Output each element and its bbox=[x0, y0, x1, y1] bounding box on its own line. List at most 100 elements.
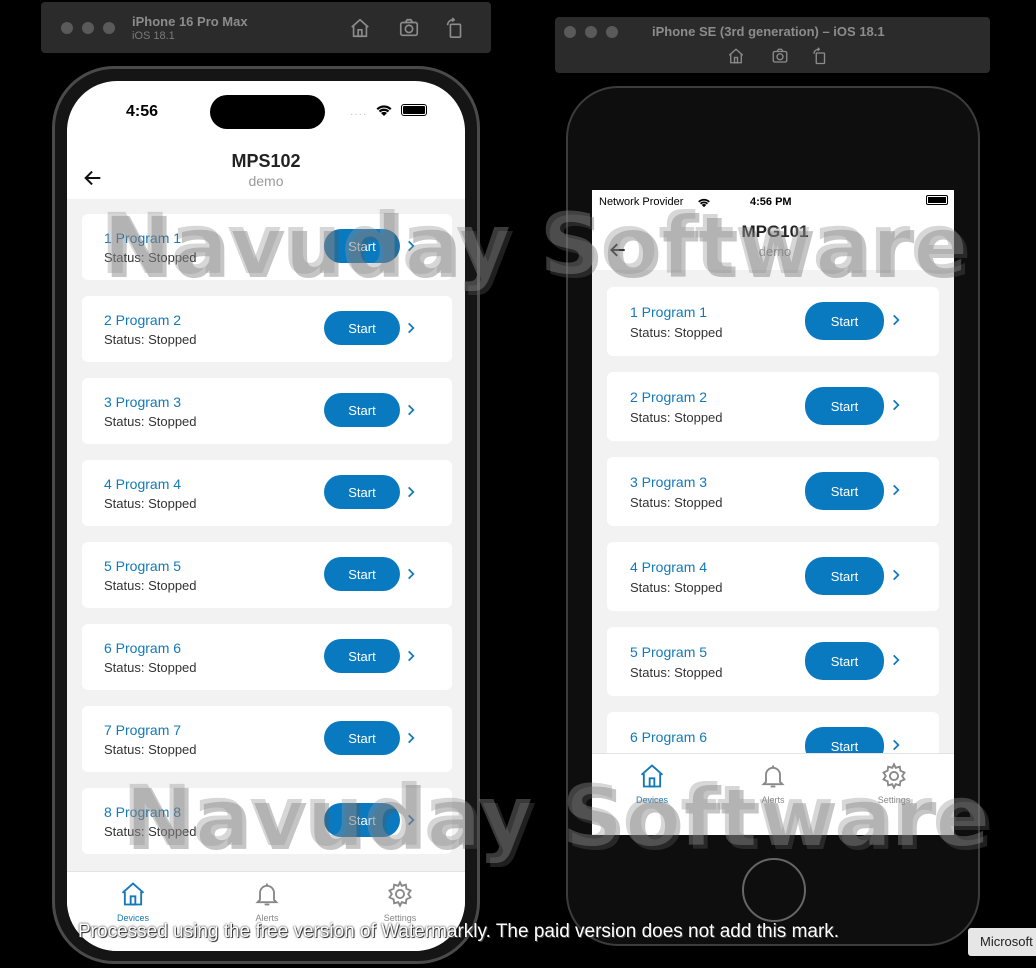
rotate-icon[interactable] bbox=[444, 17, 466, 39]
program-card[interactable]: 3 Program 3 Status: Stopped Start bbox=[607, 457, 939, 526]
start-button[interactable]: Start bbox=[324, 311, 400, 345]
start-button[interactable]: Start bbox=[805, 557, 884, 595]
simulator-title: iPhone SE (3rd generation) – iOS 18.1 bbox=[652, 24, 885, 39]
program-name: 3 Program 3 bbox=[104, 394, 182, 410]
home-icon[interactable] bbox=[349, 17, 371, 39]
program-card[interactable]: 3 Program 3 Status: Stopped Start bbox=[82, 378, 452, 444]
tab-alerts[interactable]: Alerts bbox=[743, 762, 803, 805]
start-button[interactable]: Start bbox=[324, 803, 400, 837]
home-icon bbox=[119, 882, 147, 912]
chevron-right-icon[interactable] bbox=[404, 649, 418, 668]
tab-label: Devices bbox=[635, 795, 668, 805]
start-button[interactable]: Start bbox=[805, 642, 884, 680]
start-button[interactable]: Start bbox=[805, 472, 884, 510]
program-name: 2 Program 2 bbox=[630, 389, 708, 405]
dynamic-island bbox=[210, 95, 325, 129]
program-status: Status: Stopped bbox=[104, 660, 197, 675]
program-name: 1 Program 1 bbox=[630, 304, 708, 320]
chevron-right-icon[interactable] bbox=[404, 485, 418, 504]
program-card[interactable]: 2 Program 2 Status: Stopped Start bbox=[82, 296, 452, 362]
start-button[interactable]: Start bbox=[805, 302, 884, 340]
window-minimize-button[interactable] bbox=[82, 22, 94, 34]
tab-bar: Devices Alerts Settings bbox=[592, 753, 954, 835]
start-button[interactable]: Start bbox=[324, 721, 400, 755]
chevron-right-icon[interactable] bbox=[404, 239, 418, 258]
program-status: Status: Stopped bbox=[104, 414, 197, 429]
program-card[interactable]: 4 Program 4 Status: Stopped Start bbox=[82, 460, 452, 526]
program-name: 3 Program 3 bbox=[630, 474, 708, 490]
chevron-right-icon[interactable] bbox=[889, 313, 903, 332]
tab-label: Settings bbox=[877, 795, 911, 805]
window-zoom-button[interactable] bbox=[103, 22, 115, 34]
program-status: Status: Stopped bbox=[104, 824, 197, 839]
simulator-subtitle: iOS 18.1 bbox=[132, 30, 175, 42]
program-card[interactable]: 5 Program 5 Status: Stopped Start bbox=[82, 542, 452, 608]
window-zoom-button[interactable] bbox=[606, 26, 618, 38]
program-status: Status: Stopped bbox=[104, 250, 197, 265]
program-card[interactable]: 5 Program 5 Status: Stopped Start bbox=[607, 627, 939, 696]
rotate-icon[interactable] bbox=[811, 47, 829, 65]
chevron-right-icon[interactable] bbox=[889, 483, 903, 502]
battery-icon bbox=[926, 195, 948, 205]
program-card[interactable]: 4 Program 4 Status: Stopped Start bbox=[607, 542, 939, 611]
start-button[interactable]: Start bbox=[324, 639, 400, 673]
wifi-icon bbox=[697, 195, 711, 208]
chevron-right-icon[interactable] bbox=[889, 398, 903, 417]
program-status: Status: Stopped bbox=[630, 325, 723, 340]
start-button[interactable]: Start bbox=[324, 229, 400, 263]
battery-icon bbox=[401, 104, 427, 116]
program-status: Status: Stopped bbox=[104, 578, 197, 593]
bell-icon bbox=[253, 883, 281, 912]
tab-devices[interactable]: Devices bbox=[103, 880, 163, 923]
window-close-button[interactable] bbox=[564, 26, 576, 38]
start-button[interactable]: Start bbox=[324, 557, 400, 591]
taskbar-tooltip: Microsoft bbox=[968, 928, 1036, 956]
tab-label: Alerts bbox=[761, 795, 785, 805]
status-time: 4:56 PM bbox=[750, 196, 792, 208]
program-card[interactable]: 7 Program 7 Status: Stopped Start bbox=[82, 706, 452, 772]
tab-settings[interactable]: Settings bbox=[370, 880, 430, 923]
program-name: 4 Program 4 bbox=[630, 559, 708, 575]
window-minimize-button[interactable] bbox=[585, 26, 597, 38]
iphone-16-pro-max-frame: 4:56 ···· MPS102 demo 1 Program 1 Status:… bbox=[52, 66, 480, 964]
tab-settings[interactable]: Settings bbox=[864, 762, 924, 805]
program-status: Status: Stopped bbox=[104, 332, 197, 347]
start-button[interactable]: Start bbox=[324, 475, 400, 509]
chevron-right-icon[interactable] bbox=[889, 568, 903, 587]
screenshot-icon[interactable] bbox=[398, 17, 420, 39]
chevron-right-icon[interactable] bbox=[889, 653, 903, 672]
iphone-se-frame: Network Provider 4:56 PM MPG101 demo 1 P… bbox=[566, 86, 980, 946]
tab-devices[interactable]: Devices bbox=[622, 762, 682, 805]
window-close-button[interactable] bbox=[61, 22, 73, 34]
device-subtitle: demo bbox=[758, 244, 792, 259]
start-button[interactable]: Start bbox=[324, 393, 400, 427]
chevron-right-icon[interactable] bbox=[404, 567, 418, 586]
program-card[interactable]: 1 Program 1 Status: Stopped Start bbox=[82, 214, 452, 280]
chevron-right-icon[interactable] bbox=[404, 731, 418, 750]
program-card[interactable]: 1 Program 1 Status: Stopped Start bbox=[607, 287, 939, 356]
home-icon[interactable] bbox=[727, 47, 745, 65]
program-status: Status: Stopped bbox=[630, 580, 723, 595]
home-button[interactable] bbox=[742, 858, 806, 922]
screenshot-icon[interactable] bbox=[771, 47, 789, 65]
program-card[interactable]: 8 Program 8 Status: Stopped Start bbox=[82, 788, 452, 854]
tab-alerts[interactable]: Alerts bbox=[237, 880, 297, 923]
device-subtitle: demo bbox=[248, 173, 284, 189]
program-status: Status: Stopped bbox=[630, 665, 723, 680]
program-name: 5 Program 5 bbox=[630, 644, 708, 660]
program-name: 6 Program 6 bbox=[630, 729, 708, 745]
gear-icon bbox=[880, 762, 908, 794]
program-status: Status: Stopped bbox=[104, 742, 197, 757]
chevron-right-icon[interactable] bbox=[404, 403, 418, 422]
device-title: MPG101 bbox=[741, 222, 809, 241]
start-button[interactable]: Start bbox=[805, 387, 884, 425]
chevron-right-icon[interactable] bbox=[404, 321, 418, 340]
simulator-title: iPhone 16 Pro Max bbox=[132, 14, 248, 29]
program-card[interactable]: 2 Program 2 Status: Stopped Start bbox=[607, 372, 939, 441]
app-screen: Network Provider 4:56 PM MPG101 demo 1 P… bbox=[592, 190, 954, 835]
program-name: 8 Program 8 bbox=[104, 804, 182, 820]
program-card[interactable]: 6 Program 6 Status: Stopped Start bbox=[82, 624, 452, 690]
chevron-right-icon[interactable] bbox=[404, 813, 418, 832]
program-list: 1 Program 1 Status: Stopped Start 2 Program… bbox=[592, 270, 954, 781]
simulator-toolbar-2: iPhone SE (3rd generation) – iOS 18.1 bbox=[555, 17, 990, 73]
